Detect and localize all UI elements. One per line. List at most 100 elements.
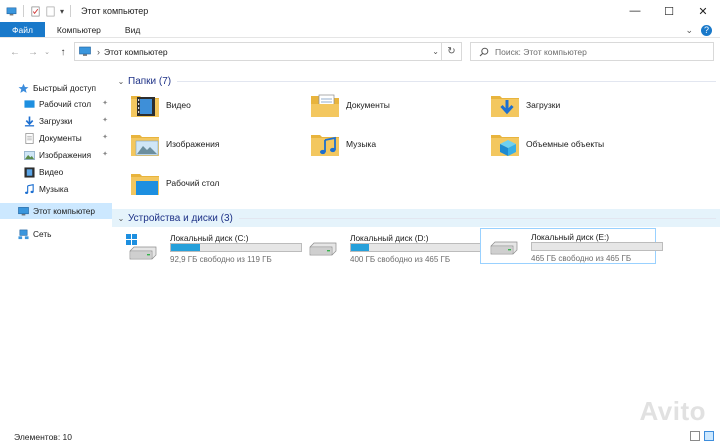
sidebar-item-label: Музыка [39, 184, 69, 194]
desktop-folder-icon [131, 174, 159, 195]
new-folder-icon[interactable] [45, 6, 56, 17]
path-separator[interactable]: › [97, 47, 100, 57]
music-icon [25, 183, 34, 194]
drive-d[interactable]: Локальный диск (D:) 400 ГБ свободно из 4… [300, 230, 482, 266]
view-switcher [690, 431, 714, 441]
folder-videos[interactable]: Видео [112, 88, 292, 122]
sidebar-item-documents[interactable]: Документы ✦ [0, 130, 112, 146]
folder-label: Загрузки [526, 100, 561, 110]
address-dropdown-icon[interactable]: ⌄ [432, 43, 439, 60]
drive-e[interactable]: Локальный диск (E:) 465 ГБ свободно из 4… [480, 228, 663, 264]
collapse-chevron-icon[interactable]: ⌄ [114, 214, 128, 223]
drive-usage-bar [170, 243, 302, 252]
sidebar-item-label: Рабочий стол [39, 99, 92, 109]
minimize-button[interactable]: — [618, 0, 652, 22]
sidebar-item-label: Видео [39, 167, 64, 177]
folder-label: Изображения [166, 139, 220, 149]
folder-music[interactable]: Музыка [292, 127, 472, 161]
section-title: Папки (7) [128, 75, 172, 87]
sidebar-item-this-pc[interactable]: Этот компьютер [0, 203, 112, 219]
pin-icon[interactable]: ✦ [102, 150, 108, 158]
pin-icon[interactable]: ✦ [102, 99, 108, 107]
properties-icon[interactable] [30, 6, 41, 17]
close-button[interactable]: ✕ [686, 0, 720, 22]
folder-desktop[interactable]: Рабочий стол [112, 166, 292, 200]
address-bar[interactable]: › Этот компьютер ⌄ ↻ [74, 42, 462, 61]
sidebar-item-desktop[interactable]: Рабочий стол ✦ [0, 96, 112, 112]
video-folder-icon [131, 96, 159, 117]
folder-documents[interactable]: Документы [292, 88, 472, 122]
section-title: Устройства и диски (3) [128, 212, 233, 224]
maximize-button[interactable]: ☐ [652, 0, 686, 22]
sidebar-item-music[interactable]: Музыка [0, 181, 112, 197]
window-controls: — ☐ ✕ [618, 0, 720, 22]
folder-label: Музыка [346, 139, 377, 149]
sidebar-item-downloads[interactable]: Загрузки ✦ [0, 113, 112, 129]
navigation-pane: Быстрый доступ Рабочий стол ✦ Загрузки ✦… [0, 72, 112, 422]
search-input[interactable]: Поиск: Этот компьютер [470, 42, 714, 61]
documents-icon [25, 132, 34, 144]
ribbon-right: ⌄ ? [685, 22, 712, 38]
drive-usage-bar [531, 242, 663, 251]
content-pane: ⌄ Папки (7) Видео Документы Загрузки Изо… [112, 64, 720, 424]
folder-label: Документы [346, 100, 390, 110]
drive-name: Локальный диск (D:) [350, 233, 429, 243]
star-icon [18, 83, 29, 93]
collapse-chevron-icon[interactable]: ⌄ [114, 77, 128, 86]
up-button[interactable]: ↑ [56, 42, 70, 62]
drive-free-space: 400 ГБ свободно из 465 ГБ [350, 255, 451, 264]
help-icon[interactable]: ? [701, 24, 712, 36]
sidebar-item-label: Загрузки [39, 116, 73, 126]
pin-icon[interactable]: ✦ [102, 133, 108, 141]
desktop-icon [24, 99, 35, 108]
computer-icon[interactable] [6, 6, 17, 17]
tiles-view-button[interactable] [704, 431, 714, 441]
drive-usage-fill [171, 244, 200, 251]
window-title: Этот компьютер [81, 6, 149, 16]
customize-qa-icon[interactable]: ▾ [60, 7, 64, 16]
pictures-folder-icon [131, 135, 159, 156]
drive-usage-bar [350, 243, 482, 252]
pictures-icon [24, 150, 35, 160]
folder-label: Рабочий стол [166, 178, 220, 188]
hard-drive-icon [309, 242, 337, 256]
sidebar-item-label: Быстрый доступ [33, 83, 97, 93]
tab-file[interactable]: Файл [0, 22, 45, 37]
drives-section-header[interactable]: ⌄ Устройства и диски (3) [112, 209, 720, 227]
sidebar-item-label: Сеть [33, 229, 52, 239]
sidebar-item-network[interactable]: Сеть [0, 226, 112, 242]
drive-usage-fill [351, 244, 370, 251]
ribbon-tabs: Файл Компьютер Вид ⌄ ? [0, 22, 720, 38]
computer-icon [18, 206, 29, 215]
folder-label: Видео [166, 100, 191, 110]
forward-button[interactable]: → [26, 42, 40, 62]
refresh-button[interactable]: ↻ [441, 43, 461, 60]
video-icon [24, 166, 35, 178]
sidebar-item-label: Изображения [39, 150, 92, 160]
avito-watermark: Avito [639, 396, 706, 426]
sidebar-item-label: Документы [39, 133, 82, 143]
search-placeholder: Поиск: Этот компьютер [495, 46, 587, 57]
tab-computer[interactable]: Компьютер [45, 22, 113, 37]
drive-c[interactable]: Локальный диск (C:) 92,9 ГБ свободно из … [120, 230, 302, 266]
sidebar-item-videos[interactable]: Видео [0, 164, 112, 180]
drive-free-space: 465 ГБ свободно из 465 ГБ [531, 254, 632, 263]
folder-downloads[interactable]: Загрузки [472, 88, 652, 122]
sidebar-item-quick-access[interactable]: Быстрый доступ [0, 80, 112, 96]
pin-icon[interactable]: ✦ [102, 116, 108, 124]
details-view-button[interactable] [690, 431, 700, 441]
expand-ribbon-icon[interactable]: ⌄ [685, 25, 693, 36]
quick-access-toolbar: ▾ [0, 5, 73, 17]
back-button[interactable]: ← [8, 42, 22, 62]
drive-name: Локальный диск (C:) [170, 233, 249, 243]
folder-3d-objects[interactable]: Объемные объекты [472, 127, 652, 161]
computer-icon [79, 46, 91, 56]
section-divider [177, 80, 716, 82]
drive-name: Локальный диск (E:) [531, 232, 610, 242]
tab-view[interactable]: Вид [113, 22, 152, 37]
recent-locations-button[interactable]: ⌄ [40, 42, 54, 62]
breadcrumb-this-pc[interactable]: Этот компьютер [104, 47, 168, 57]
folder-pictures[interactable]: Изображения [112, 127, 292, 161]
item-count: Элементов: 10 [14, 431, 72, 442]
sidebar-item-pictures[interactable]: Изображения ✦ [0, 147, 112, 163]
